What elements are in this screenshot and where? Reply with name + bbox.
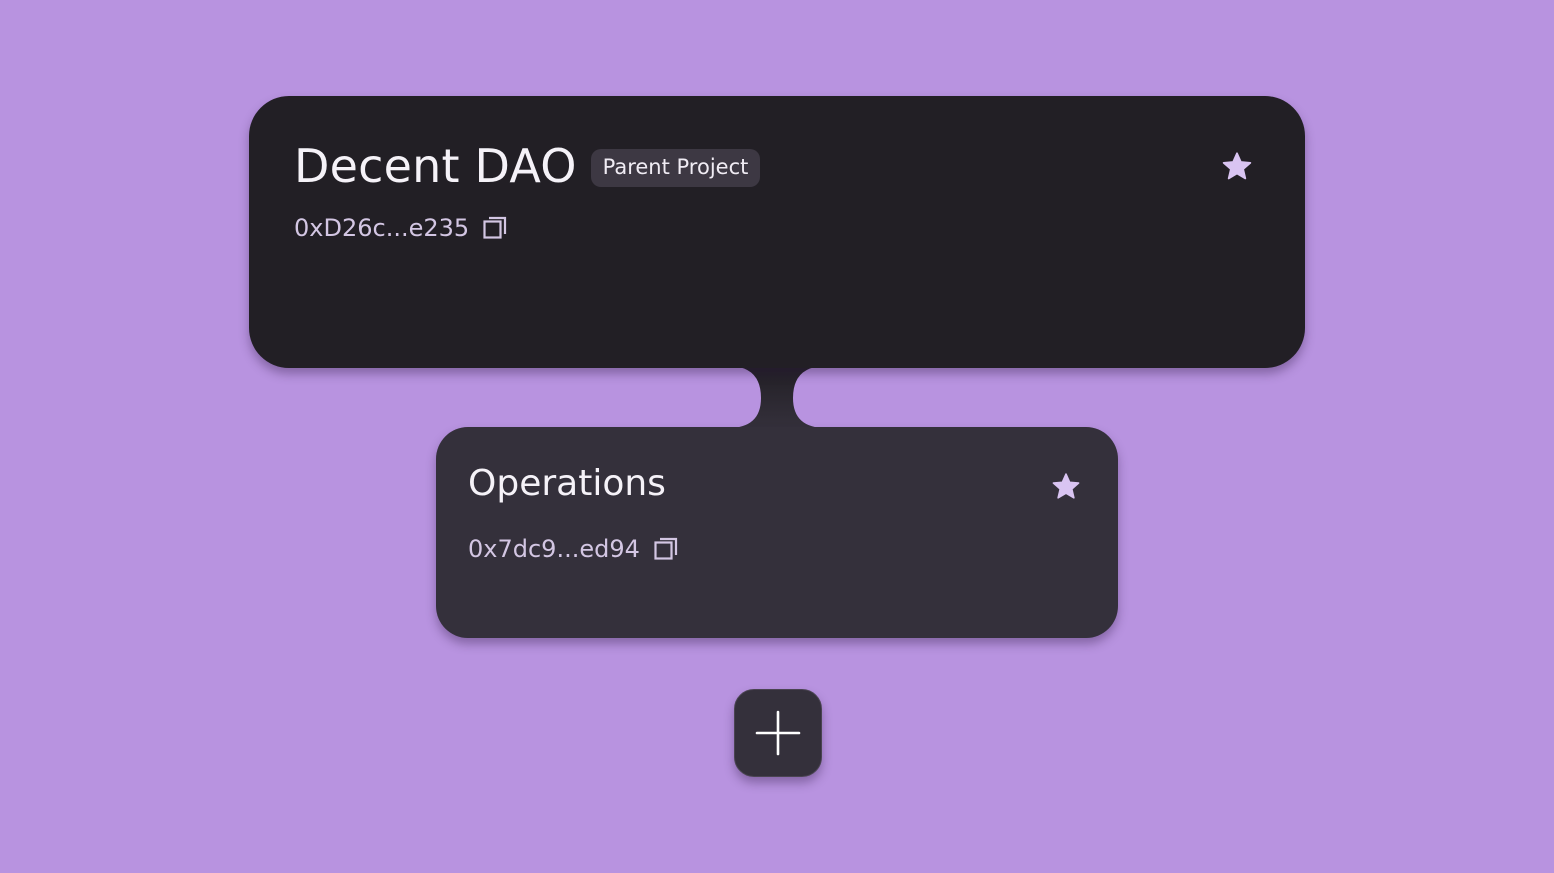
- add-node-button[interactable]: [734, 689, 822, 777]
- star-icon[interactable]: [1046, 467, 1086, 507]
- parent-project-badge: Parent Project: [590, 149, 761, 187]
- parent-title-row: Decent DAO Parent Project: [294, 136, 761, 196]
- plus-icon: [755, 710, 801, 756]
- parent-project-card[interactable]: Decent DAO Parent Project 0xD26c...e235: [249, 96, 1305, 368]
- copy-icon[interactable]: [481, 214, 509, 242]
- copy-icon[interactable]: [652, 535, 680, 563]
- child-node-card[interactable]: Operations 0x7dc9...ed94: [436, 427, 1118, 638]
- child-address: 0x7dc9...ed94: [468, 535, 640, 563]
- child-node-title: Operations: [468, 463, 666, 504]
- parent-project-title: Decent DAO: [294, 139, 577, 193]
- child-address-row: 0x7dc9...ed94: [468, 534, 680, 564]
- parent-address-row: 0xD26c...e235: [294, 213, 509, 243]
- star-icon[interactable]: [1217, 147, 1257, 187]
- parent-address: 0xD26c...e235: [294, 214, 470, 242]
- child-title-row: Operations: [468, 459, 666, 509]
